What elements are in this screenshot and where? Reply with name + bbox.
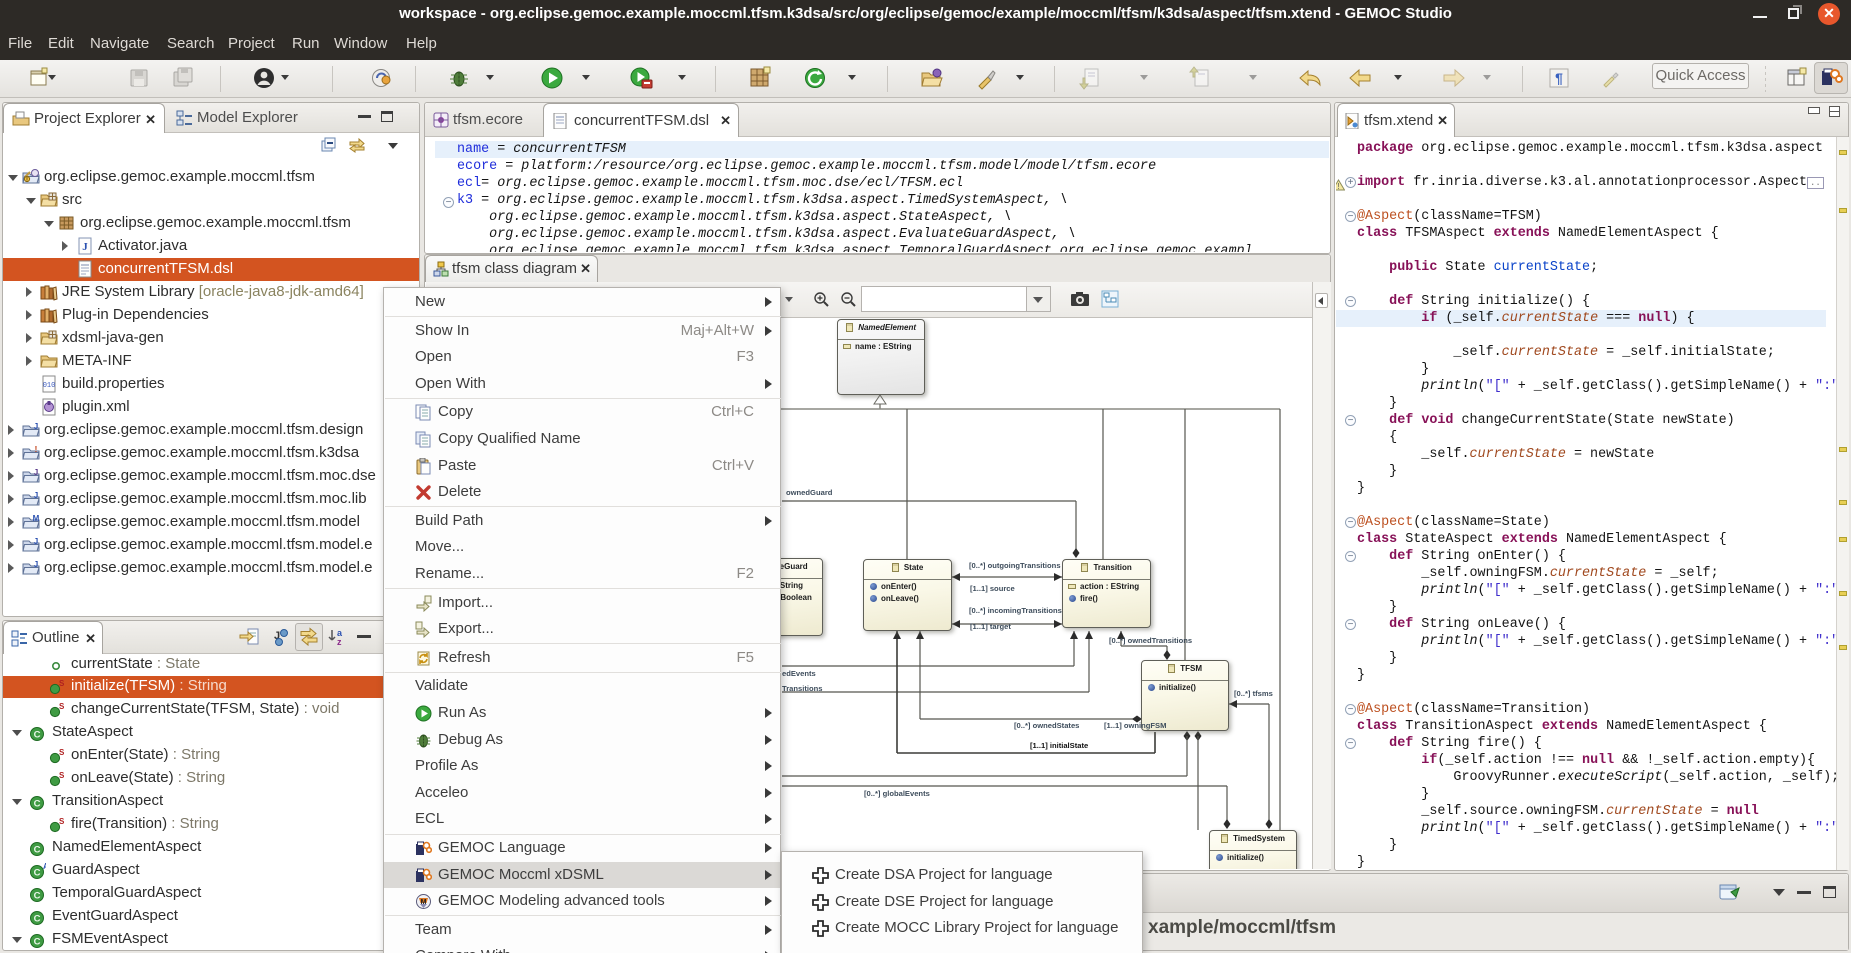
svg-text:J: J <box>34 537 38 546</box>
svg-text:S: S <box>59 817 64 826</box>
svg-text:S: S <box>59 771 64 780</box>
svg-text:C: C <box>34 937 41 948</box>
svg-text:!: ! <box>1337 182 1339 191</box>
svg-text:S: S <box>59 679 64 688</box>
svg-text:!: ! <box>26 177 28 183</box>
svg-text:¶: ¶ <box>1555 70 1563 86</box>
svg-text:A: A <box>43 863 46 871</box>
svg-text:J: J <box>34 491 38 500</box>
svg-text:M: M <box>33 514 40 523</box>
svg-text:J: J <box>34 422 38 431</box>
svg-text:z: z <box>337 637 342 647</box>
svg-text:C: C <box>34 868 41 879</box>
svg-text:C: C <box>34 891 41 902</box>
svg-text:M: M <box>421 899 427 906</box>
svg-text:010: 010 <box>43 382 56 390</box>
svg-text:!: ! <box>35 445 38 454</box>
svg-text:S: S <box>59 748 64 757</box>
svg-text:J: J <box>34 560 38 569</box>
svg-text:J: J <box>82 241 88 253</box>
svg-text:S: S <box>59 702 64 711</box>
svg-text:C: C <box>34 845 41 856</box>
svg-text:C: C <box>34 914 41 925</box>
svg-text:C: C <box>34 730 41 741</box>
svg-text:C: C <box>34 799 41 810</box>
svg-text:J: J <box>34 468 38 477</box>
